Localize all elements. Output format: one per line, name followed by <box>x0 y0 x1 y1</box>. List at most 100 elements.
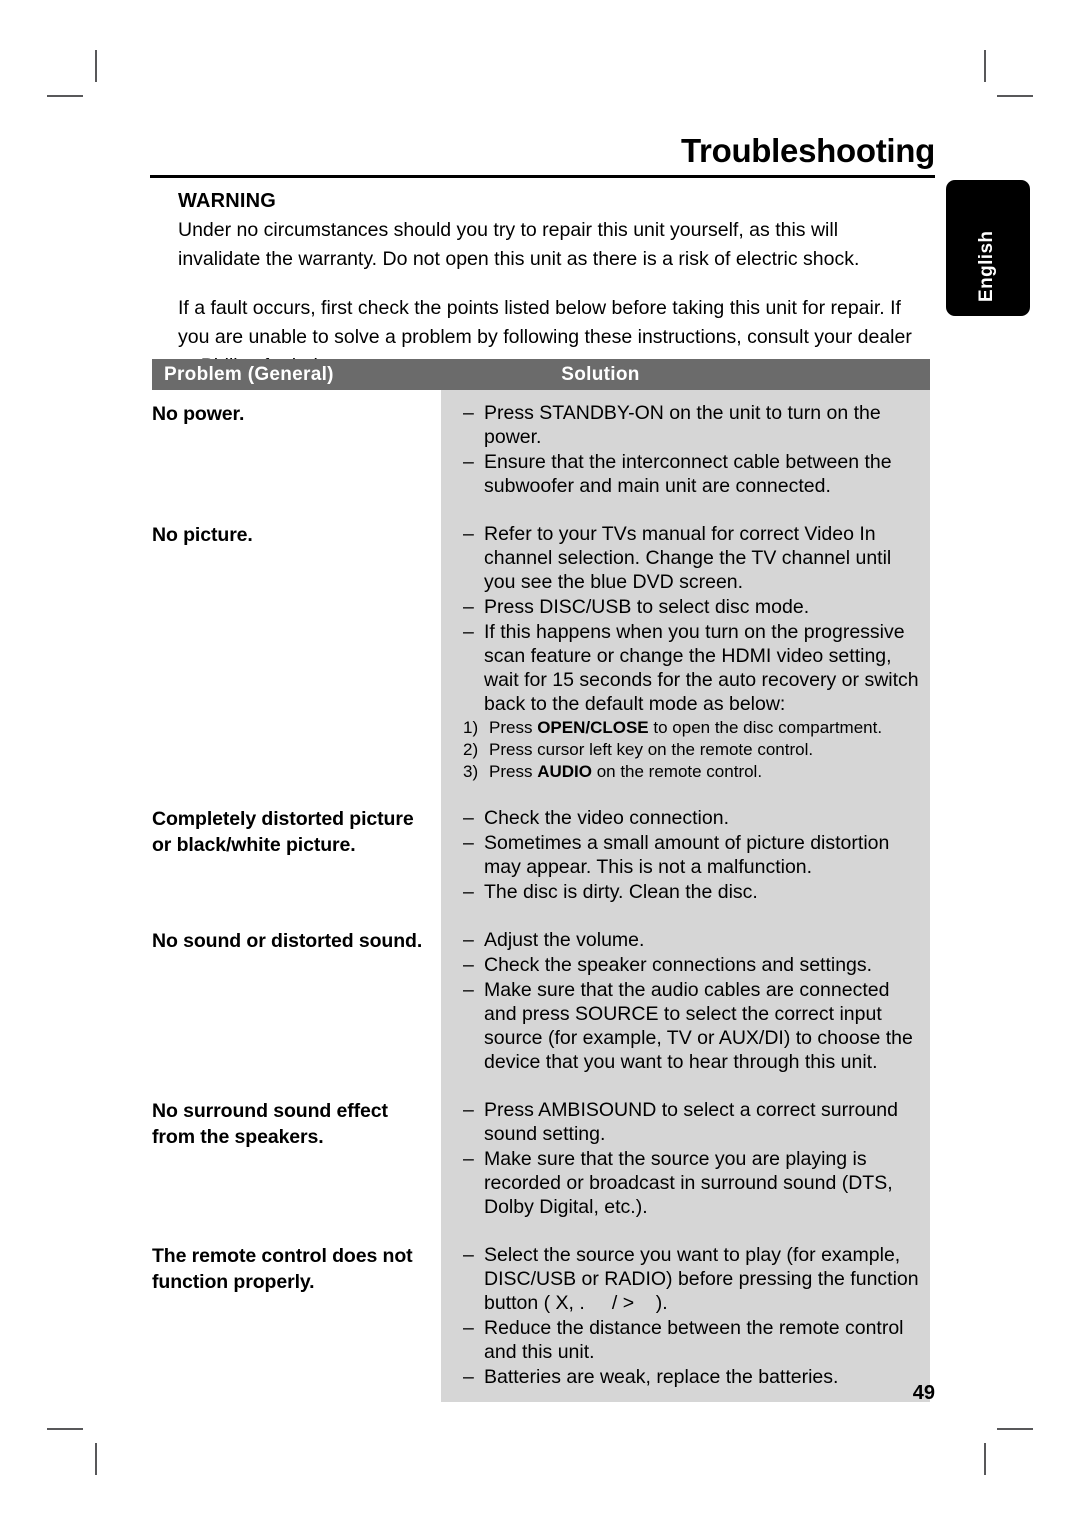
solution-item: – Adjust the volume. <box>463 928 920 952</box>
solution-text: Make sure that the source you are playin… <box>484 1148 893 1218</box>
crop-mark-bottom-left-horizontal <box>47 1428 83 1430</box>
crop-mark-bottom-left-vertical <box>95 1443 97 1475</box>
crop-mark-bottom-right-vertical <box>984 1443 986 1475</box>
dash-bullet-icon: – <box>463 523 474 545</box>
solution-text: Press STANDBY-ON on the unit to turn on … <box>484 402 881 448</box>
solution-text: Adjust the volume. <box>484 929 645 951</box>
problem-cell: No sound or distorted sound. <box>152 930 423 952</box>
emphasized-key-label: OPEN/CLOSE <box>537 718 649 737</box>
solution-item: – Batteries are weak, replace the batteri… <box>463 1365 920 1389</box>
problem-cell: No picture. <box>152 524 253 546</box>
solution-item: – Sometimes a small amount of picture dis… <box>463 831 920 879</box>
intro-block: WARNING Under no circumstances should yo… <box>178 190 923 381</box>
crop-mark-top-left-horizontal <box>47 95 83 97</box>
solution-item: – The disc is dirty. Clean the disc. <box>463 880 920 904</box>
dash-bullet-icon: – <box>463 1244 474 1266</box>
table-row: No sound or distorted sound. – Adjust the … <box>152 917 930 1087</box>
row-spacer <box>463 783 920 795</box>
solution-item: – Select the source you want to play (for… <box>463 1243 920 1315</box>
solution-item: – Make sure that the audio cables are con… <box>463 978 920 1074</box>
problem-cell: Completely distorted picture or black/wh… <box>152 808 414 856</box>
solution-item: – Make sure that the source you are playi… <box>463 1147 920 1219</box>
column-header-solution: Solution <box>561 363 640 385</box>
troubleshooting-table: Problem (General) Solution No power. – Pre… <box>152 359 930 1402</box>
title-divider <box>150 175 935 178</box>
solution-text: Refer to your TVs manual for correct Vid… <box>484 523 892 593</box>
solution-cell: – Press STANDBY-ON on the unit to turn on… <box>441 390 930 511</box>
table-row: No surround sound effect from the speake… <box>152 1087 930 1232</box>
sub-list-item: 3) Press AUDIO on the remote control. <box>463 761 920 783</box>
row-spacer <box>463 905 920 917</box>
dash-bullet-icon: – <box>463 1148 474 1170</box>
solution-text: If this happens when you turn on the pro… <box>484 621 919 715</box>
warning-heading: WARNING <box>178 190 277 212</box>
problem-cell: No power. <box>152 403 245 425</box>
numbered-sub-list: 1) Press OPEN/CLOSE to open the disc comp… <box>463 717 920 783</box>
solution-item: – If this happens when you turn on the pr… <box>463 620 920 716</box>
solution-text: Check the video connection. <box>484 807 729 829</box>
solution-item: – Check the video connection. <box>463 806 920 830</box>
solution-cell: – Check the video connection. – Sometimes a… <box>441 795 930 917</box>
solution-item: – Check the speaker connections and setti… <box>463 953 920 977</box>
row-spacer <box>463 499 920 511</box>
table-row: No picture. – Refer to your TVs manual for… <box>152 511 930 795</box>
row-spacer <box>463 1075 920 1087</box>
solution-item: – Press STANDBY-ON on the unit to turn on… <box>463 401 920 449</box>
emphasized-key-label: AUDIO <box>537 762 592 781</box>
solution-text: Check the speaker connections and settin… <box>484 954 873 976</box>
sub-list-number: 1) <box>463 718 479 737</box>
column-header-problem: Problem (General) <box>164 363 334 385</box>
solution-text: Ensure that the interconnect cable betwe… <box>484 451 892 497</box>
solution-item: – Reduce the distance between the remote … <box>463 1316 920 1364</box>
dash-bullet-icon: – <box>463 832 474 854</box>
language-tab-label: English <box>976 230 997 302</box>
dash-bullet-icon: – <box>463 596 474 618</box>
solution-text: Make sure that the audio cables are conn… <box>484 979 913 1073</box>
crop-mark-top-right-horizontal <box>997 95 1033 97</box>
warning-text: Under no circumstances should you try to… <box>178 219 860 270</box>
crop-mark-bottom-right-horizontal <box>997 1428 1033 1430</box>
table-body: No power. – Press STANDBY-ON on the unit t… <box>152 390 930 1402</box>
table-row: No power. – Press STANDBY-ON on the unit t… <box>152 390 930 511</box>
dash-bullet-icon: – <box>463 1366 474 1388</box>
table-header-row: Problem (General) Solution <box>152 359 930 390</box>
solution-cell: – Adjust the volume. – Check the speaker co… <box>441 917 930 1087</box>
problem-cell: No surround sound effect from the speake… <box>152 1100 388 1148</box>
dash-bullet-icon: – <box>463 807 474 829</box>
solution-item: – Press DISC/USB to select disc mode. <box>463 595 920 619</box>
sub-list-text: Press OPEN/CLOSE to open the disc compar… <box>489 718 883 737</box>
solution-text: Press DISC/USB to select disc mode. <box>484 596 810 618</box>
solution-text: The disc is dirty. Clean the disc. <box>484 881 758 903</box>
row-spacer <box>463 1220 920 1232</box>
crop-mark-top-left-vertical <box>95 50 97 82</box>
language-tab: English <box>946 180 1030 316</box>
table-row: The remote control does not function pro… <box>152 1232 930 1402</box>
sub-list-text: Press cursor left key on the remote cont… <box>489 740 814 759</box>
solution-item: – Refer to your TVs manual for correct Vi… <box>463 522 920 594</box>
solution-cell: – Refer to your TVs manual for correct Vi… <box>441 511 930 795</box>
solution-text: Press AMBISOUND to select a correct surr… <box>484 1099 898 1145</box>
sub-list-number: 3) <box>463 762 479 781</box>
solution-text: Select the source you want to play (for … <box>484 1244 919 1314</box>
dash-bullet-icon: – <box>463 929 474 951</box>
problem-cell: The remote control does not function pro… <box>152 1245 413 1293</box>
dash-bullet-icon: – <box>463 979 474 1001</box>
sub-list-number: 2) <box>463 740 479 759</box>
sub-list-text: Press AUDIO on the remote control. <box>489 762 763 781</box>
dash-bullet-icon: – <box>463 881 474 903</box>
solution-item: – Press AMBISOUND to select a correct sur… <box>463 1098 920 1146</box>
dash-bullet-icon: – <box>463 621 474 643</box>
solution-text: Reduce the distance between the remote c… <box>484 1317 904 1363</box>
dash-bullet-icon: – <box>463 1317 474 1339</box>
dash-bullet-icon: – <box>463 1099 474 1121</box>
dash-bullet-icon: – <box>463 451 474 473</box>
solution-cell: – Select the source you want to play (for… <box>441 1232 930 1402</box>
solution-text: Sometimes a small amount of picture dist… <box>484 832 890 878</box>
dash-bullet-icon: – <box>463 402 474 424</box>
page-title: Troubleshooting <box>681 132 935 169</box>
solution-cell: – Press AMBISOUND to select a correct sur… <box>441 1087 930 1232</box>
crop-mark-top-right-vertical <box>984 50 986 82</box>
solution-text: Batteries are weak, replace the batterie… <box>484 1366 839 1388</box>
sub-list-item: 2) Press cursor left key on the remote co… <box>463 739 920 761</box>
solution-item: – Ensure that the interconnect cable betw… <box>463 450 920 498</box>
